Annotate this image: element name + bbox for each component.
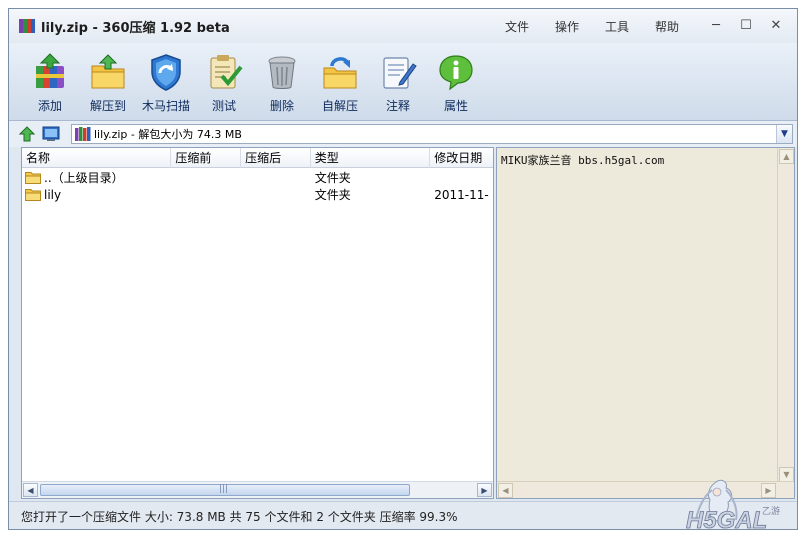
maximize-button[interactable]: ☐ <box>731 15 761 35</box>
comment-vertical-scrollbar[interactable]: ▲ ▼ <box>777 148 794 483</box>
folder-icon <box>25 172 41 184</box>
app-window: lily.zip - 360压缩 1.92 beta 文件 操作 工具 帮助 ─… <box>8 8 798 530</box>
comment-button[interactable]: 注释 <box>369 43 427 121</box>
title-bar[interactable]: lily.zip - 360压缩 1.92 beta 文件 操作 工具 帮助 ─… <box>9 9 797 43</box>
info-properties-icon <box>439 55 473 91</box>
minimize-button[interactable]: ─ <box>701 15 731 35</box>
properties-button[interactable]: 属性 <box>427 43 485 121</box>
self-extract-icon <box>323 57 357 89</box>
window-controls: ─ ☐ ✕ <box>701 15 791 35</box>
app-logo-icon <box>19 18 35 34</box>
file-name: lily <box>44 187 62 202</box>
delete-trash-icon <box>268 56 296 89</box>
view-mode-button[interactable] <box>41 124 61 144</box>
file-rows: ..（上级目录） 文件夹 lily 文件夹 2011-11- <box>22 169 493 203</box>
table-row-lily[interactable]: lily 文件夹 2011-11- <box>22 186 493 203</box>
toolbar: 添加 解压到 木马扫描 测试 删除 自解压 注释 属性 <box>9 43 797 121</box>
column-size-before[interactable]: 压缩前 <box>171 148 242 168</box>
scroll-right-button[interactable]: ▶ <box>477 483 492 497</box>
scroll-left-button[interactable]: ◀ <box>23 483 38 497</box>
add-archive-icon <box>36 53 64 88</box>
file-list-pane: 名称 压缩前 压缩后 类型 修改日期 ..（上级目录） 文件夹 lily 文件夹… <box>21 147 494 499</box>
test-button[interactable]: 测试 <box>195 43 253 121</box>
menu-operation[interactable]: 操作 <box>555 18 579 35</box>
watermark-subtext: 乙游 <box>762 505 780 517</box>
self-extract-button[interactable]: 自解压 <box>311 43 369 121</box>
close-button[interactable]: ✕ <box>761 15 791 35</box>
column-header: 名称 压缩前 压缩后 类型 修改日期 <box>22 148 493 168</box>
cell-name: lily <box>22 188 171 202</box>
scrollbar-thumb[interactable]: ||| <box>40 484 410 496</box>
scrollbar-grip: ||| <box>219 484 229 494</box>
extract-to-button[interactable]: 解压到 <box>79 43 137 121</box>
chevron-left-icon: ◀ <box>502 486 509 495</box>
column-type[interactable]: 类型 <box>311 148 431 168</box>
extract-to-label: 解压到 <box>89 99 126 113</box>
cell-modified: 2011-11- <box>434 187 489 202</box>
up-level-button[interactable] <box>17 124 37 144</box>
chevron-up-icon: ▲ <box>783 152 790 161</box>
status-text: 您打开了一个压缩文件 大小: 73.8 MB 共 75 个文件和 2 个文件夹 … <box>21 510 458 524</box>
file-list-horizontal-scrollbar[interactable]: ◀ ||| ▶ <box>22 481 493 498</box>
anime-mascot-watermark-icon: H5GAL 乙游 <box>686 479 780 534</box>
scroll-up-button[interactable]: ▲ <box>779 149 794 164</box>
menu-help[interactable]: 帮助 <box>655 18 679 35</box>
site-watermark: H5GAL 乙游 <box>682 476 800 534</box>
table-row-parent-dir[interactable]: ..（上级目录） 文件夹 <box>22 169 493 186</box>
comment-label: 注释 <box>385 99 410 113</box>
status-bar: 您打开了一个压缩文件 大小: 73.8 MB 共 75 个文件和 2 个文件夹 … <box>9 501 797 529</box>
trojan-scan-shield-icon <box>151 54 181 91</box>
archive-books-icon <box>75 127 91 141</box>
extract-to-icon <box>91 54 125 89</box>
properties-label: 属性 <box>443 99 468 113</box>
watermark-text: H5GAL <box>686 507 767 532</box>
column-size-after[interactable]: 压缩后 <box>241 148 311 168</box>
column-name[interactable]: 名称 <box>22 148 172 168</box>
comment-notepad-icon <box>383 57 417 89</box>
self-extract-label: 自解压 <box>321 99 358 113</box>
test-checklist-icon <box>210 55 243 89</box>
menu-bar: 文件 操作 工具 帮助 <box>479 9 679 43</box>
window-title: lily.zip - 360压缩 1.92 beta <box>41 20 230 36</box>
test-label: 测试 <box>211 99 236 113</box>
scroll-left-button[interactable]: ◀ <box>498 483 513 498</box>
comment-pane[interactable]: MIKU家族兰音 bbs.h5gal.com ▲ ▼ ◀ ▶ <box>496 147 795 499</box>
trojan-scan-button[interactable]: 木马扫描 <box>137 43 195 121</box>
cell-type: 文件夹 <box>314 171 351 185</box>
delete-label: 删除 <box>269 99 294 113</box>
address-bar: lily.zip - 解包大小为 74.3 MB ▼ <box>9 121 797 147</box>
trojan-scan-label: 木马扫描 <box>141 99 190 113</box>
address-path-text: lily.zip - 解包大小为 74.3 MB <box>94 128 242 141</box>
up-arrow-icon <box>19 126 35 142</box>
address-dropdown-button[interactable]: ▼ <box>776 125 792 143</box>
cell-name: ..（上级目录） <box>22 169 171 186</box>
delete-button[interactable]: 删除 <box>253 43 311 121</box>
add-button[interactable]: 添加 <box>21 43 79 121</box>
chevron-left-icon: ◀ <box>27 485 34 495</box>
chevron-right-icon: ▶ <box>481 485 488 495</box>
chevron-down-icon: ▼ <box>781 129 788 139</box>
menu-tools[interactable]: 工具 <box>605 18 629 35</box>
folder-icon <box>25 189 41 201</box>
monitor-icon <box>42 126 60 141</box>
cell-type: 文件夹 <box>314 188 351 202</box>
archive-comment-text: MIKU家族兰音 bbs.h5gal.com <box>501 154 665 167</box>
menu-file[interactable]: 文件 <box>505 18 529 35</box>
column-modified[interactable]: 修改日期 <box>430 148 493 168</box>
file-name: ..（上级目录） <box>44 171 124 185</box>
add-label: 添加 <box>37 99 62 113</box>
address-path-field[interactable]: lily.zip - 解包大小为 74.3 MB ▼ <box>71 124 793 144</box>
